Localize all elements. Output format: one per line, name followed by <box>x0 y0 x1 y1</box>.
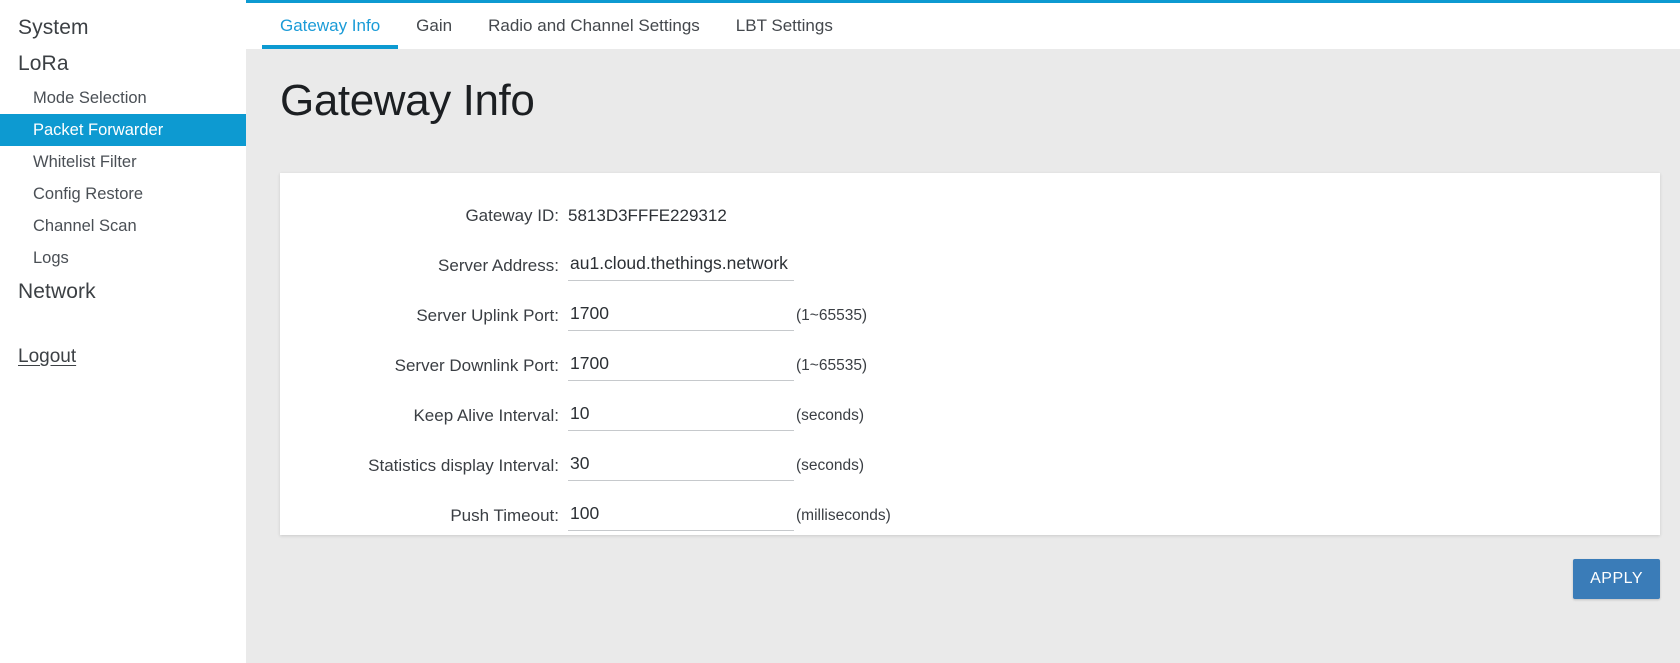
server-uplink-port-field-wrap <box>568 301 794 331</box>
sidebar-item-system[interactable]: System <box>0 10 246 46</box>
statistics-display-interval-label: Statistics display Interval: <box>368 456 559 475</box>
server-downlink-port-label: Server Downlink Port: <box>394 356 559 375</box>
page-title: Gateway Info <box>280 76 535 125</box>
form-row-push-timeout: Push Timeout: (milliseconds) <box>280 491 1660 541</box>
content-area: Gateway Info Gateway ID: 5813D3FFFE229312… <box>246 49 1680 663</box>
server-address-input[interactable] <box>568 251 794 281</box>
sidebar-item-label: Config Restore <box>33 184 144 203</box>
server-address-field-wrap <box>568 251 794 281</box>
sidebar-item-mode-selection[interactable]: Mode Selection <box>0 82 246 114</box>
sidebar-item-label: Whitelist Filter <box>33 152 137 171</box>
sidebar-item-channel-scan[interactable]: Channel Scan <box>0 210 246 242</box>
tab-label: Gateway Info <box>280 16 381 35</box>
sidebar-item-label: Network <box>18 280 96 303</box>
gateway-config-page: System LoRa Mode Selection Packet Forwarder… <box>0 0 1680 663</box>
keep-alive-interval-field-wrap <box>568 401 794 431</box>
sidebar-item-label: System <box>18 16 89 39</box>
server-uplink-port-label: Server Uplink Port: <box>416 306 559 325</box>
server-uplink-port-input[interactable] <box>568 301 794 331</box>
push-timeout-input[interactable] <box>568 501 794 531</box>
form-row-server-uplink-port: Server Uplink Port: (1~65535) <box>280 291 1660 341</box>
keep-alive-interval-input[interactable] <box>568 401 794 431</box>
statistics-display-interval-field-wrap <box>568 451 794 481</box>
gateway-id-value: 5813D3FFFE229312 <box>568 206 727 225</box>
server-downlink-port-hint: (1~65535) <box>796 357 868 374</box>
tab-lbt-settings[interactable]: LBT Settings <box>718 3 851 49</box>
form-row-keep-alive-interval: Keep Alive Interval: (seconds) <box>280 391 1660 441</box>
keep-alive-interval-hint: (seconds) <box>796 407 865 424</box>
main-pane: Gateway Info Gain Radio and Channel Settin… <box>246 0 1680 663</box>
sidebar-item-label: Mode Selection <box>33 88 147 107</box>
tab-gateway-info[interactable]: Gateway Info <box>262 3 399 49</box>
sidebar-item-config-restore[interactable]: Config Restore <box>0 178 246 210</box>
server-downlink-port-field-wrap <box>568 351 794 381</box>
server-address-label: Server Address: <box>438 256 559 275</box>
tab-bar: Gateway Info Gain Radio and Channel Settin… <box>246 3 1680 49</box>
form-row-statistics-display-interval: Statistics display Interval: (seconds) <box>280 441 1660 491</box>
push-timeout-field-wrap <box>568 501 794 531</box>
sidebar-item-label: Channel Scan <box>33 216 137 235</box>
statistics-display-interval-hint: (seconds) <box>796 457 865 474</box>
sidebar-item-label: LoRa <box>18 52 69 75</box>
gateway-info-form: Gateway ID: 5813D3FFFE229312 Server Addres… <box>280 173 1660 541</box>
gateway-id-label: Gateway ID: <box>465 206 559 225</box>
keep-alive-interval-label: Keep Alive Interval: <box>413 406 559 425</box>
logout-link[interactable]: Logout <box>0 346 76 368</box>
statistics-display-interval-input[interactable] <box>568 451 794 481</box>
sidebar-item-label: Packet Forwarder <box>33 120 164 139</box>
sidebar-navigation: System LoRa Mode Selection Packet Forwarder… <box>0 0 246 663</box>
form-row-gateway-id: Gateway ID: 5813D3FFFE229312 <box>280 191 1660 241</box>
form-row-server-address: Server Address: <box>280 241 1660 291</box>
push-timeout-label: Push Timeout: <box>450 506 559 525</box>
form-row-server-downlink-port: Server Downlink Port: (1~65535) <box>280 341 1660 391</box>
tab-radio-and-channel-settings[interactable]: Radio and Channel Settings <box>470 3 718 49</box>
sidebar-item-label: Logs <box>33 248 69 267</box>
tab-label: Gain <box>416 16 453 35</box>
tab-label: Radio and Channel Settings <box>488 16 700 35</box>
push-timeout-hint: (milliseconds) <box>796 507 891 524</box>
tab-gain[interactable]: Gain <box>398 3 470 49</box>
sidebar-item-packet-forwarder[interactable]: Packet Forwarder <box>0 114 246 146</box>
settings-card: Gateway ID: 5813D3FFFE229312 Server Addres… <box>280 173 1660 535</box>
apply-button-row: APPLY <box>246 559 1680 599</box>
apply-button[interactable]: APPLY <box>1573 559 1660 599</box>
sidebar-item-network[interactable]: Network <box>0 274 246 310</box>
server-downlink-port-input[interactable] <box>568 351 794 381</box>
sidebar-item-logs[interactable]: Logs <box>0 242 246 274</box>
server-uplink-port-hint: (1~65535) <box>796 307 868 324</box>
sidebar-item-lora[interactable]: LoRa <box>0 46 246 82</box>
sidebar-item-whitelist-filter[interactable]: Whitelist Filter <box>0 146 246 178</box>
tab-label: LBT Settings <box>735 16 833 35</box>
